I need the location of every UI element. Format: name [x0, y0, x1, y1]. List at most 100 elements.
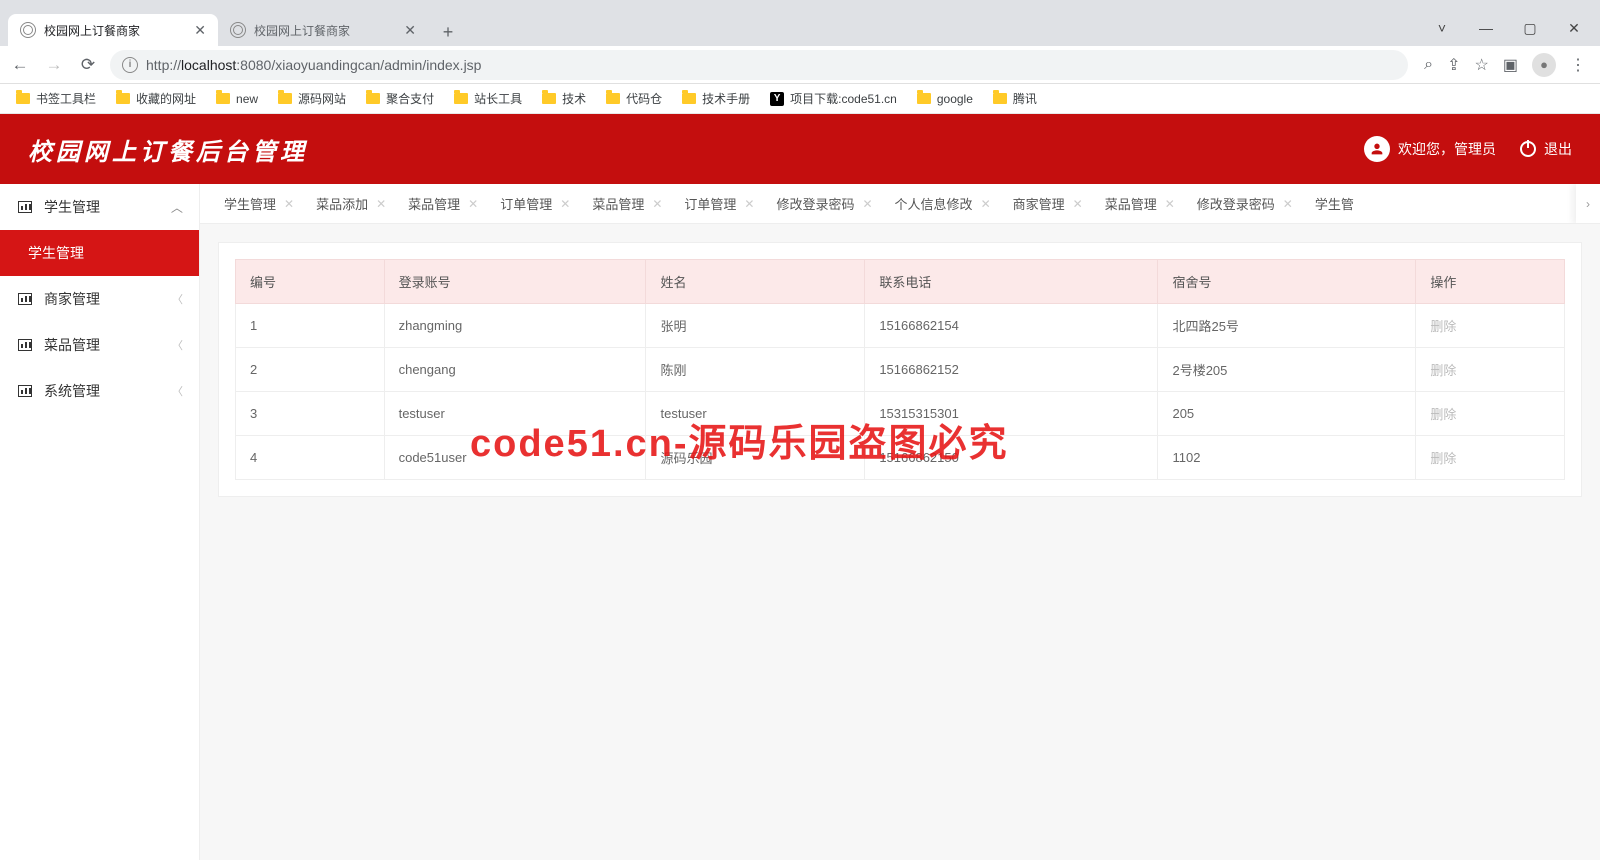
- content-tab[interactable]: 商家管理✕: [999, 184, 1091, 224]
- window-dropdown-icon[interactable]: ˅: [1420, 20, 1464, 36]
- close-icon[interactable]: ✕: [981, 197, 991, 211]
- content-tab[interactable]: 个人信息修改✕: [881, 184, 999, 224]
- bookmark-item[interactable]: 技术: [534, 86, 594, 111]
- globe-icon: [230, 22, 246, 38]
- sidebar-item[interactable]: 学生管理: [0, 230, 199, 276]
- bookmark-item[interactable]: 聚合支付: [358, 86, 442, 111]
- close-icon[interactable]: ✕: [376, 197, 386, 211]
- window-close-icon[interactable]: ✕: [1552, 20, 1596, 37]
- table-header-cell: 编号: [236, 260, 385, 304]
- bookmarks-bar: 书签工具栏 收藏的网址 new 源码网站聚合支付 站长工具 技术 代码仓技术手册Y项目下载:…: [0, 84, 1600, 114]
- sidebar-item[interactable]: 商家管理〈: [0, 276, 199, 322]
- tabs-scroll-right[interactable]: ›: [1576, 184, 1600, 224]
- bookmark-item[interactable]: 源码网站: [270, 86, 354, 111]
- tab-close-icon[interactable]: ✕: [194, 22, 206, 39]
- bookmark-item[interactable]: 书签工具栏: [8, 86, 104, 111]
- delete-link[interactable]: 删除: [1416, 436, 1565, 480]
- content-tab[interactable]: 菜品添加 ✕: [302, 184, 394, 224]
- bookmark-label: 技术: [562, 90, 586, 107]
- chevron-icon: 〈: [172, 383, 183, 399]
- chart-icon: [18, 293, 32, 305]
- sidebar-item[interactable]: 系统管理〈: [0, 368, 199, 414]
- table-cell: 张明: [646, 304, 865, 348]
- bookmark-label: 代码仓: [626, 90, 662, 107]
- close-icon[interactable]: ✕: [1283, 197, 1293, 211]
- sidebar-item-label: 学生管理: [44, 197, 100, 217]
- site-info-icon[interactable]: i: [122, 57, 138, 73]
- content-tab[interactable]: 菜品管理 ✕: [394, 184, 486, 224]
- content-tab-label: 菜品管理: [408, 194, 460, 213]
- close-icon[interactable]: ✕: [1073, 197, 1083, 211]
- table-header-cell: 宿舍号: [1158, 260, 1416, 304]
- user-avatar-icon: [1364, 136, 1390, 162]
- bookmark-label: 收藏的网址: [136, 90, 196, 107]
- sidebar-item[interactable]: 菜品管理〈: [0, 322, 199, 368]
- table-cell: 15166862152: [865, 348, 1158, 392]
- folder-icon: [216, 93, 230, 104]
- main-area: 学生管理✕菜品添加✕菜品管理✕订单管理✕菜品管理✕订单管理✕修改登录密码✕个人信…: [200, 184, 1600, 860]
- bookmark-item[interactable]: 站长工具: [446, 86, 530, 111]
- close-icon[interactable]: ✕: [862, 197, 872, 211]
- window-minimize-icon[interactable]: —: [1464, 20, 1508, 36]
- bookmark-label: 站长工具: [474, 90, 522, 107]
- content-tab[interactable]: 订单管理✕: [670, 184, 762, 224]
- folder-icon: [682, 93, 696, 104]
- forward-button[interactable]: →: [42, 55, 66, 75]
- bookmark-item[interactable]: Y项目下载:code51.cn: [762, 86, 905, 111]
- table-row: 1zhangming张明15166862154北四路25号删除: [236, 304, 1565, 348]
- close-icon[interactable]: ✕: [652, 197, 662, 211]
- power-icon: [1520, 141, 1536, 157]
- window-maximize-icon[interactable]: ▢: [1508, 20, 1552, 37]
- bookmark-item[interactable]: 收藏的网址: [108, 86, 204, 111]
- content-tab[interactable]: 修改登录密码✕: [1183, 184, 1301, 224]
- profile-avatar-icon[interactable]: ●: [1532, 53, 1556, 77]
- bookmark-item[interactable]: 技术手册: [674, 86, 758, 111]
- chevron-icon: 〈: [172, 291, 183, 307]
- menu-kebab-icon[interactable]: ⋮: [1570, 55, 1586, 75]
- content-tab-label: 菜品添加: [316, 194, 368, 213]
- content-tab[interactable]: 修改登录密码✕: [762, 184, 880, 224]
- bookmark-item[interactable]: new: [208, 88, 266, 110]
- logout-button[interactable]: 退出: [1520, 139, 1572, 159]
- delete-link[interactable]: 删除: [1416, 392, 1565, 436]
- delete-link[interactable]: 删除: [1416, 348, 1565, 392]
- folder-icon: [542, 93, 556, 104]
- table-cell: 源码乐园: [646, 436, 865, 480]
- delete-link[interactable]: 删除: [1416, 304, 1565, 348]
- close-icon[interactable]: ✕: [284, 197, 294, 211]
- back-button[interactable]: ←: [8, 55, 32, 75]
- browser-tab[interactable]: 校园网上订餐商家✕: [218, 14, 428, 46]
- bookmark-label: new: [236, 92, 258, 106]
- content-tab[interactable]: 学生管: [1301, 184, 1362, 224]
- bookmark-item[interactable]: 腾讯: [985, 86, 1045, 111]
- bookmark-label: 项目下载:code51.cn: [790, 90, 897, 107]
- close-icon[interactable]: ✕: [1165, 197, 1175, 211]
- table-cell: 1: [236, 304, 385, 348]
- globe-icon: [20, 22, 36, 38]
- bookmark-item[interactable]: google: [909, 88, 981, 110]
- extensions-icon[interactable]: ▣: [1503, 55, 1518, 75]
- sidebar-item[interactable]: 学生管理〈: [0, 184, 199, 230]
- close-icon[interactable]: ✕: [468, 197, 478, 211]
- tab-close-icon[interactable]: ✕: [404, 22, 416, 39]
- new-tab-button[interactable]: +: [434, 18, 462, 46]
- reload-button[interactable]: ⟳: [76, 55, 100, 75]
- bookmark-star-icon[interactable]: ☆: [1475, 55, 1489, 75]
- table-cell: 2号楼205: [1158, 348, 1416, 392]
- close-icon[interactable]: ✕: [744, 197, 754, 211]
- browser-tab[interactable]: 校园网上订餐商家 ✕: [8, 14, 218, 46]
- content-tab[interactable]: 学生管理✕: [210, 184, 302, 224]
- content-tab[interactable]: 菜品管理✕: [1091, 184, 1183, 224]
- address-bar[interactable]: i http://localhost:8080/xiaoyuandingcan/…: [110, 50, 1408, 80]
- bookmark-item[interactable]: 代码仓: [598, 86, 670, 111]
- share-icon[interactable]: ⇪: [1447, 55, 1460, 75]
- content-tab[interactable]: 菜品管理✕: [578, 184, 670, 224]
- app-body: 学生管理〈学生管理商家管理〈菜品管理〈系统管理〈 学生管理✕菜品添加✕菜品管理✕…: [0, 184, 1600, 860]
- key-icon[interactable]: ⌕: [1424, 56, 1433, 74]
- close-icon[interactable]: ✕: [560, 197, 570, 211]
- students-table: 编号登录账号姓名联系电话宿舍号操作 1zhangming张明1516686215…: [235, 259, 1565, 480]
- window-controls: ˅ — ▢ ✕: [1420, 10, 1600, 46]
- table-header-cell: 联系电话: [865, 260, 1158, 304]
- content-tab[interactable]: 订单管理✕: [486, 184, 578, 224]
- tab-title: 校园网上订餐商家: [44, 22, 186, 39]
